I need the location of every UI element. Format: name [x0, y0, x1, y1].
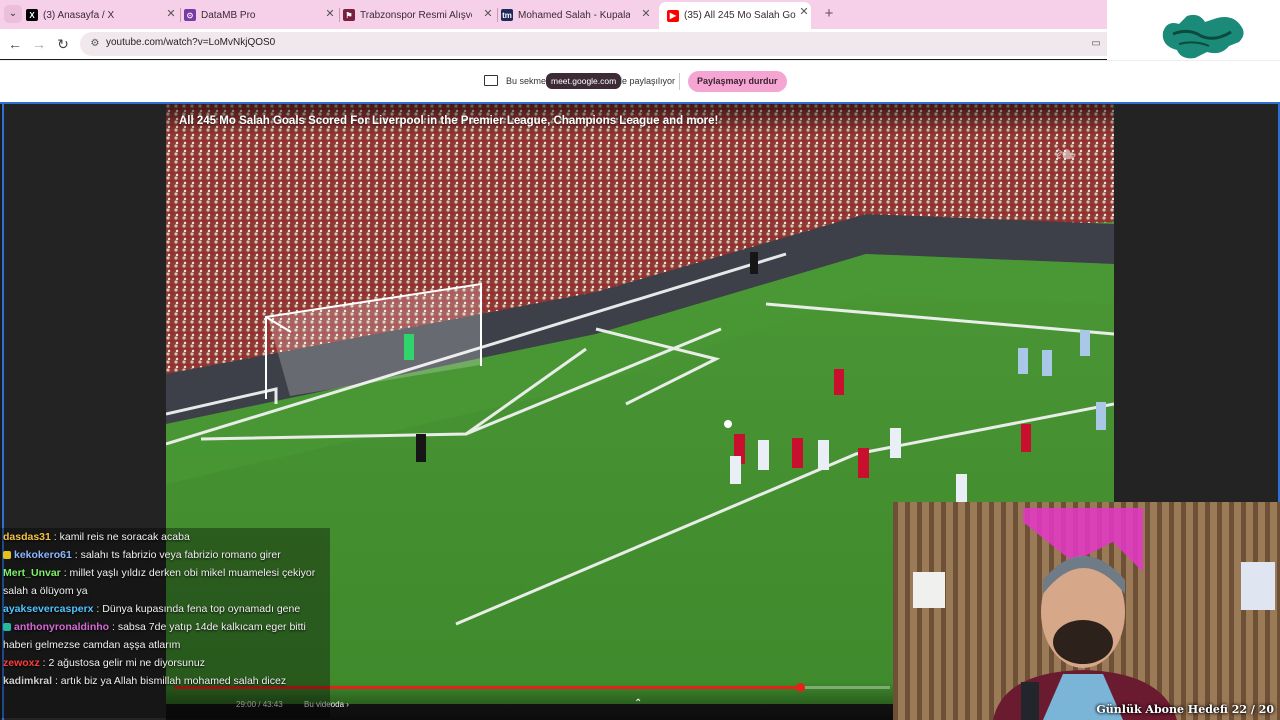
- stop-sharing-button[interactable]: Paylaşmayı durdur: [688, 71, 787, 92]
- screen-share-bar: Bu sekme meet.google.com ile paylaşılıyo…: [0, 60, 1280, 102]
- tab-separator: [180, 8, 181, 22]
- chat-separator: :: [93, 603, 103, 615]
- close-tab-icon[interactable]: ✕: [639, 7, 653, 21]
- tab-3[interactable]: ⚑ Trabzonspor Resmi Alışveriş Sit ✕: [343, 4, 495, 26]
- chat-text: Dünya kupasında fena top oynamadı gene: [102, 603, 301, 615]
- tab-separator: [339, 8, 340, 22]
- chat-separator: :: [52, 675, 61, 687]
- chat-text: salahı ts fabrizio veya fabrizio romano …: [80, 549, 281, 561]
- tab-search-button[interactable]: ⌄: [4, 5, 22, 23]
- chat-message: Mert_Unvar : millet yaşlı yıldız derken …: [0, 564, 330, 600]
- tab-title: Mohamed Salah - Kupalar ve b: [518, 9, 630, 21]
- right-letterbox: [1114, 104, 1280, 504]
- share-divider: [679, 73, 680, 90]
- tab-2[interactable]: ⊙ DataMB Pro ✕: [184, 4, 337, 26]
- tab-title: DataMB Pro: [201, 9, 256, 21]
- forward-button[interactable]: →: [30, 35, 48, 53]
- chat-message: ayaksevercasperx : Dünya kupasında fena …: [0, 600, 330, 618]
- share-text-before: Bu sekme: [506, 76, 547, 86]
- reload-button[interactable]: ↻: [54, 35, 72, 53]
- chat-text: kamil reis ne soracak acaba: [59, 531, 190, 543]
- chat-message: kadimkral : artık biz ya Allah bismillah…: [0, 672, 330, 690]
- chat-message: kekokero61 : salahı ts fabrizio veya fab…: [0, 546, 330, 564]
- lfc-watermark-icon: ❧: [1054, 139, 1077, 170]
- site-info-icon[interactable]: ⚙: [88, 37, 102, 51]
- new-tab-button[interactable]: +: [822, 6, 836, 22]
- chat-username[interactable]: anthonyronaldinho: [14, 621, 109, 633]
- chat-text: 2 ağustosa gelir mi ne diyorsunuz: [48, 657, 205, 669]
- tab-4[interactable]: tm Mohamed Salah - Kupalar ve b ✕: [501, 4, 653, 26]
- chat-username[interactable]: zewoxz: [3, 657, 40, 669]
- close-tab-icon[interactable]: ✕: [481, 7, 495, 21]
- share-text-after: ile paylaşılıyor: [618, 76, 676, 86]
- close-tab-icon[interactable]: ✕: [164, 7, 178, 21]
- trabzonspor-icon: ⚑: [343, 9, 355, 21]
- transfermarkt-icon: tm: [501, 9, 513, 21]
- webcam-image: [893, 502, 1280, 720]
- close-tab-icon[interactable]: ✕: [797, 5, 811, 19]
- tab-strip: ⌄ X (3) Anasayfa / X ✕ ⊙ DataMB Pro ✕ ⚑ Trabzon…: [0, 0, 1107, 29]
- tab-title: (3) Anasayfa / X: [43, 9, 115, 21]
- tab-5[interactable]: ▶ (35) All 245 Mo Salah Goals✕: [659, 2, 811, 29]
- chat-text: artık biz ya Allah bismillah mohamed sal…: [60, 675, 287, 687]
- browser-toolbar: ← → ↻ ⚙ youtube.com/watch?v=LoMvNkjQOS0 …: [0, 29, 1107, 59]
- expand-chevron-icon[interactable]: ⌃: [634, 698, 642, 709]
- chat-message: anthonyronaldinho : sabsa 7de yatıp 14de…: [0, 618, 330, 654]
- chat-separator: :: [109, 621, 118, 633]
- chat-message: dasdas31 : kamil reis ne soracak acaba: [0, 528, 330, 546]
- chat-username[interactable]: kekokero61: [14, 549, 72, 561]
- chat-username[interactable]: ayaksevercasperx: [3, 603, 94, 615]
- chat-overlay: dasdas31 : kamil reis ne soracak acaba ke…: [0, 528, 330, 690]
- webcam-overlay: Günlük Abone Hedefi 22 / 20: [893, 502, 1280, 720]
- chat-separator: :: [71, 549, 81, 561]
- stream-logo-area: [1107, 0, 1280, 60]
- chat-separator: :: [50, 531, 60, 543]
- chat-badge-icon: [3, 551, 11, 560]
- tab-1[interactable]: X (3) Anasayfa / X ✕: [26, 4, 178, 26]
- x-logo-icon: X: [26, 9, 38, 21]
- share-domain-chip: meet.google.com: [546, 73, 622, 89]
- cast-icon[interactable]: ▭: [1089, 37, 1103, 51]
- chat-separator: :: [60, 567, 70, 579]
- datamb-icon: ⊙: [184, 9, 196, 21]
- close-tab-icon[interactable]: ✕: [323, 7, 337, 21]
- chat-username[interactable]: dasdas31: [3, 531, 51, 543]
- url-text: youtube.com/watch?v=LoMvNkjQOS0: [106, 37, 276, 48]
- tab-title: Trabzonspor Resmi Alışveriş Sit: [360, 9, 472, 21]
- chat-badge-icon: [3, 623, 11, 632]
- back-button[interactable]: ←: [6, 35, 24, 53]
- tab-title: (35) All 245 Mo Salah Goals: [684, 10, 796, 21]
- chat-separator: :: [39, 657, 49, 669]
- youtube-icon: ▶: [667, 9, 679, 22]
- stream-logo-icon: [1162, 14, 1244, 59]
- subscriber-goal-caption: Günlük Abone Hedefi 22 / 20: [1096, 703, 1274, 716]
- progress-scrubber[interactable]: [795, 683, 805, 692]
- chat-username[interactable]: kadimkral: [3, 675, 52, 687]
- chat-username[interactable]: Mert_Unvar: [3, 567, 61, 579]
- video-title: All 245 Mo Salah Goals Scored For Liverp…: [179, 115, 719, 127]
- screen-share-icon: [484, 75, 498, 86]
- tab-separator: [497, 8, 498, 22]
- chat-message: zewoxz : 2 ağustosa gelir mi ne diyorsun…: [0, 654, 330, 672]
- address-bar[interactable]: ⚙ youtube.com/watch?v=LoMvNkjQOS0 ▭: [80, 32, 1107, 56]
